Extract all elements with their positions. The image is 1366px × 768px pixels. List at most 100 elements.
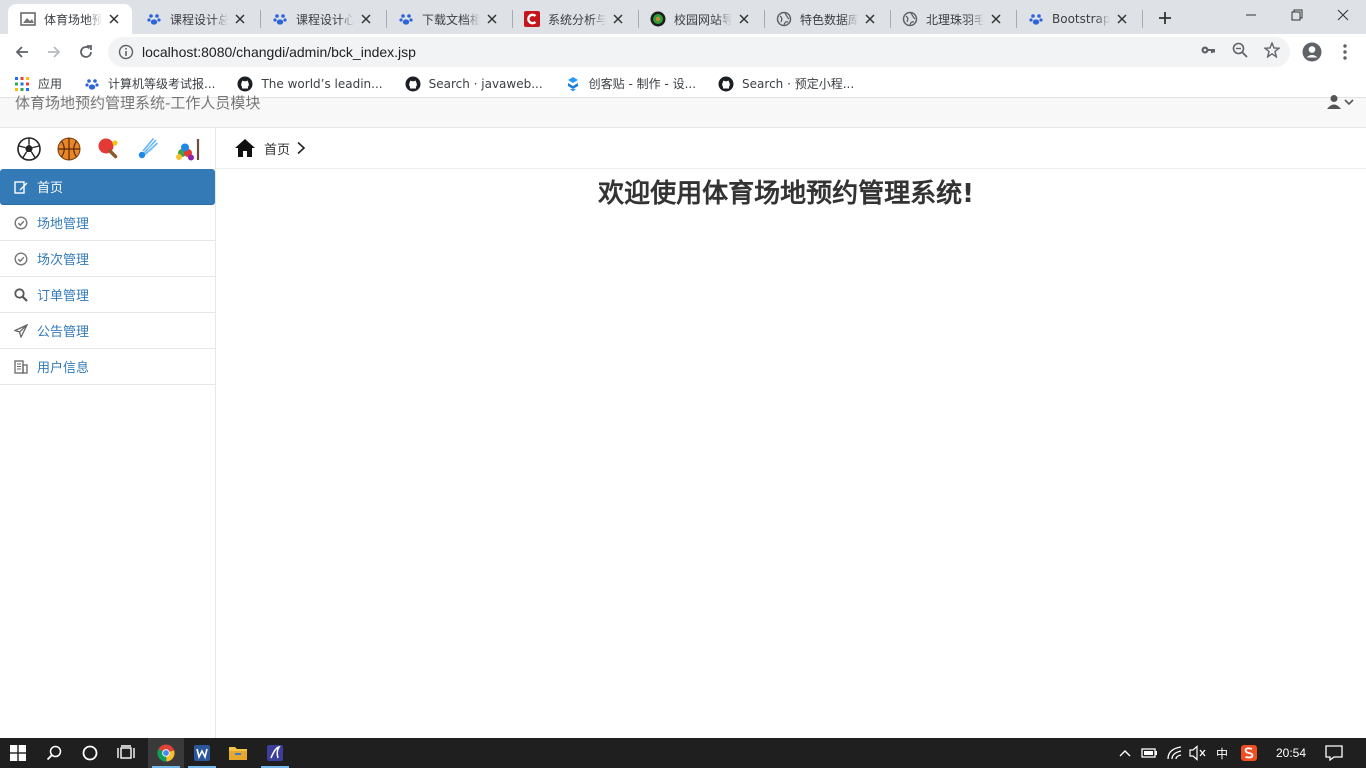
tab-course-design-2[interactable]: 课程设计心得: [260, 4, 384, 34]
bookmark-star-icon[interactable]: [1263, 41, 1281, 59]
menu-item-label: 订单管理: [37, 289, 90, 304]
baidu-paw-icon: [84, 76, 100, 92]
close-tab-icon[interactable]: [106, 11, 122, 27]
close-tab-icon[interactable]: [610, 11, 626, 27]
search-button[interactable]: [36, 738, 72, 768]
c-red-icon: [524, 11, 540, 27]
taskbar-chrome[interactable]: [148, 738, 184, 768]
tab-venue-booking[interactable]: 体育场地预约: [8, 4, 132, 34]
bookmark-label: The world’s leadin...: [261, 76, 383, 91]
bookmark-github-home[interactable]: The world’s leadin...: [237, 76, 383, 92]
action-center-button[interactable]: [1320, 738, 1348, 768]
tab-title: 体育场地预约: [44, 12, 102, 27]
bookmark-ncre[interactable]: 计算机等级考试报...: [84, 75, 215, 92]
taskbar-word[interactable]: [184, 738, 220, 768]
key-icon[interactable]: [1199, 41, 1217, 59]
windows-taskbar: 中 20:54: [0, 738, 1366, 768]
web-page: 体育场地预约管理系统-工作人员模块 首页 场地管理 场次管理 订单管理 公告管理…: [0, 94, 1366, 738]
menu-item-venue-management[interactable]: 场地管理: [0, 205, 215, 241]
tab-campus-nav[interactable]: 校园网站导航: [638, 4, 762, 34]
cortana-button[interactable]: [72, 738, 108, 768]
bookmark-github-javaweb[interactable]: Search · javaweb...: [405, 76, 543, 92]
tab-featured-db[interactable]: 特色数据库: [764, 4, 888, 34]
bookmark-apps[interactable]: 应用: [14, 75, 62, 92]
browser-tabstrip: 体育场地预约 课程设计总结 课程设计心得 下载文档相关: [0, 0, 1366, 34]
green-circle-icon: [650, 11, 666, 27]
close-icon: [1337, 9, 1349, 21]
globe-icon: [776, 11, 792, 27]
close-tab-icon[interactable]: [988, 11, 1004, 27]
close-tab-icon[interactable]: [736, 11, 752, 27]
restore-icon: [1291, 9, 1303, 21]
close-window-button[interactable]: [1320, 0, 1366, 30]
menu-item-session-management[interactable]: 场次管理: [0, 241, 215, 277]
bookmark-label: 应用: [38, 77, 63, 91]
address-bar[interactable]: localhost:8080/changdi/admin/bck_index.j…: [108, 37, 1290, 67]
menu-item-label: 场次管理: [37, 253, 90, 268]
plus-icon: [1159, 12, 1171, 24]
bookmark-github-miniprogram[interactable]: Search · 预定小程...: [718, 75, 854, 92]
taskbar-eclipse[interactable]: [257, 738, 293, 768]
tray-overflow-chevron[interactable]: [1116, 738, 1134, 768]
tray-sogou[interactable]: [1237, 738, 1261, 768]
close-tab-icon[interactable]: [232, 11, 248, 27]
globe-icon: [902, 11, 918, 27]
tab-title: 系统分析与设计: [548, 12, 606, 27]
zoom-out-icon[interactable]: [1231, 41, 1249, 59]
tab-download-docs[interactable]: 下载文档相关: [386, 4, 510, 34]
tab-title: 特色数据库: [800, 12, 858, 27]
close-tab-icon[interactable]: [358, 11, 374, 27]
github-icon: [405, 76, 421, 92]
forward-button[interactable]: [42, 40, 66, 64]
reload-button[interactable]: [74, 40, 98, 64]
taskbar-clock[interactable]: 20:54: [1268, 738, 1314, 768]
more-vert-icon: [1343, 44, 1347, 60]
profile-button[interactable]: [1300, 40, 1324, 64]
start-button[interactable]: [0, 738, 36, 768]
minimize-button[interactable]: [1228, 0, 1274, 30]
send-icon: [14, 323, 28, 338]
edit-icon: [14, 180, 28, 194]
menu-item-home[interactable]: 首页: [0, 169, 215, 205]
minimize-icon: [1246, 14, 1256, 16]
back-button[interactable]: [10, 40, 34, 64]
tab-bootstrap[interactable]: Bootstrap: [1016, 4, 1140, 34]
menu-item-user-info[interactable]: 用户信息: [0, 349, 215, 385]
tab-system-analysis[interactable]: 系统分析与设计: [512, 4, 636, 34]
search-icon: [14, 287, 28, 302]
basketball-icon: [56, 136, 82, 162]
bookmark-chuangkit[interactable]: 创客贴 - 制作 - 设...: [565, 75, 696, 92]
breadcrumb-home[interactable]: 首页: [264, 139, 290, 158]
tab-title: 课程设计总结: [170, 12, 228, 27]
tray-ime[interactable]: 中: [1212, 738, 1232, 768]
building-icon: [14, 359, 28, 374]
word-icon: [194, 745, 210, 761]
browser-menu-button[interactable]: [1333, 40, 1357, 64]
close-tab-icon[interactable]: [862, 11, 878, 27]
apps-grid-icon: [14, 76, 30, 92]
tab-bit-badminton[interactable]: 北理珠羽毛球: [890, 4, 1014, 34]
tab-course-design-1[interactable]: 课程设计总结: [134, 4, 258, 34]
tab-title: 校园网站导航: [674, 12, 732, 27]
check-circle-icon: [14, 215, 28, 230]
home-icon[interactable]: [234, 137, 256, 159]
tray-battery[interactable]: [1140, 738, 1160, 768]
app-brand[interactable]: 体育场地预约管理系统-工作人员模块: [15, 92, 260, 113]
restore-button[interactable]: [1274, 0, 1320, 30]
menu-item-order-management[interactable]: 订单管理: [0, 277, 215, 313]
tab-title: 下载文档相关: [422, 12, 480, 27]
close-tab-icon[interactable]: [484, 11, 500, 27]
user-menu-toggle[interactable]: [1326, 94, 1354, 110]
close-tab-icon[interactable]: [1114, 11, 1130, 27]
task-view-button[interactable]: [108, 738, 144, 768]
tray-volume[interactable]: [1188, 738, 1208, 768]
folder-icon: [229, 747, 247, 760]
tray-network[interactable]: [1164, 738, 1186, 768]
sidebar: 首页 场地管理 场次管理 订单管理 公告管理 用户信息: [0, 128, 216, 738]
info-icon[interactable]: [118, 44, 134, 60]
menu-item-notice-management[interactable]: 公告管理: [0, 313, 215, 349]
sports-icon-row: [0, 128, 215, 169]
new-tab-button[interactable]: [1155, 8, 1175, 28]
cortana-circle-icon: [82, 745, 98, 761]
taskbar-file-explorer[interactable]: [220, 738, 256, 768]
